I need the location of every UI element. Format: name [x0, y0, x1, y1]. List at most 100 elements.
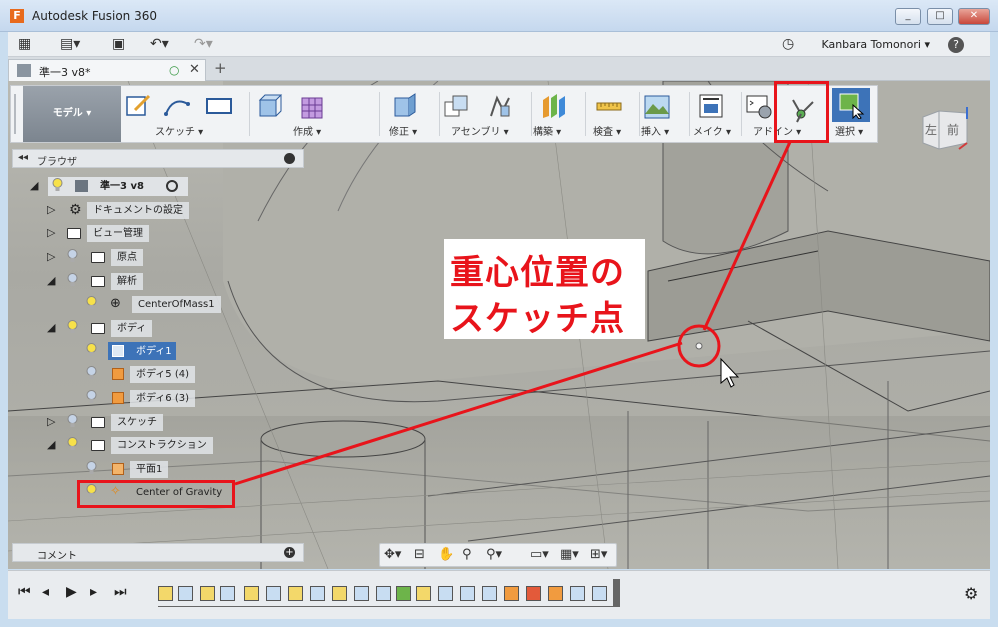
viewcube-left-face[interactable]: 左 [925, 122, 937, 137]
minimize-button[interactable]: _ [895, 8, 921, 25]
3d-print-icon[interactable] [697, 92, 725, 120]
timeline-feature[interactable] [438, 586, 453, 601]
timeline-feature[interactable] [220, 586, 235, 601]
look-at-icon[interactable]: ⊟ [414, 547, 425, 562]
timeline-feature[interactable] [460, 586, 475, 601]
expanded-triangle-icon[interactable]: ◢ [47, 321, 55, 334]
activate-radio-icon[interactable] [166, 180, 178, 192]
data-panel-grid-icon[interactable]: ▦ [18, 36, 31, 52]
press-pull-icon[interactable] [391, 92, 419, 120]
redo-icon[interactable]: ↷▾ [194, 36, 213, 52]
timeline-last-icon[interactable]: ⏭ [114, 584, 127, 600]
expanded-triangle-icon[interactable]: ◢ [47, 438, 55, 451]
ribbon-group-assemble[interactable]: アセンブリ ▾ [443, 86, 529, 142]
ribbon-group-insert[interactable]: 挿入 ▾ [641, 86, 687, 142]
timeline-feature[interactable] [266, 586, 281, 601]
visibility-bulb-icon[interactable] [52, 178, 63, 192]
timeline-feature[interactable] [158, 586, 173, 601]
rectangle-icon[interactable] [205, 92, 233, 120]
browser-panel-header[interactable]: ◂◂ ブラウザ [12, 149, 304, 168]
orbit-icon[interactable]: ✥▾ [384, 547, 401, 562]
timeline-feature[interactable] [310, 586, 325, 601]
timeline-feature[interactable] [376, 586, 391, 601]
timeline-prev-icon[interactable]: ◂ [42, 584, 49, 600]
form-box-icon[interactable] [299, 92, 327, 120]
close-window-button[interactable]: ✕ [958, 8, 990, 25]
visibility-bulb-icon[interactable] [86, 343, 97, 357]
add-comment-icon[interactable]: + [284, 547, 295, 558]
ribbon-group-select[interactable]: 選択 ▾ [831, 86, 873, 142]
visibility-bulb-icon[interactable] [86, 461, 97, 475]
visibility-bulb-icon[interactable] [86, 366, 97, 380]
select-arrow-icon[interactable] [837, 91, 865, 119]
collapsed-triangle-icon[interactable]: ▷ [47, 415, 55, 428]
timeline-feature[interactable] [288, 586, 303, 601]
visibility-bulb-icon[interactable] [67, 437, 78, 451]
timeline-feature[interactable] [592, 586, 607, 601]
visibility-bulb-icon[interactable] [86, 296, 97, 310]
expanded-triangle-icon[interactable]: ◢ [30, 179, 38, 192]
timeline-feature[interactable] [178, 586, 193, 601]
offset-plane-icon[interactable] [539, 92, 567, 120]
job-status-clock-icon[interactable]: ◷ [782, 36, 794, 52]
new-tab-button[interactable]: + [214, 59, 227, 77]
collapsed-triangle-icon[interactable]: ▷ [47, 226, 55, 239]
spline-icon[interactable] [163, 92, 191, 120]
undo-icon[interactable]: ↶▾ [150, 36, 169, 52]
visibility-bulb-icon[interactable] [67, 273, 78, 287]
timeline-marker[interactable] [613, 579, 620, 607]
ribbon-group-sketch[interactable]: スケッチ ▾ [125, 86, 245, 142]
timeline-feature[interactable] [482, 586, 497, 601]
save-icon[interactable]: ▣ [112, 36, 125, 52]
grid-settings-icon[interactable]: ▦▾ [560, 547, 579, 562]
collapse-panel-icon[interactable]: ◂◂ [18, 152, 28, 163]
ribbon-group-create[interactable]: 作成 ▾ [255, 86, 355, 142]
ribbon-group-construct[interactable]: 構築 ▾ [533, 86, 581, 142]
measure-icon[interactable] [595, 92, 623, 120]
insert-image-icon[interactable] [643, 92, 671, 120]
pan-hand-icon[interactable]: ✋ [438, 547, 454, 562]
maximize-button[interactable]: □ [927, 8, 953, 25]
expanded-triangle-icon[interactable]: ◢ [47, 274, 55, 287]
display-settings-icon[interactable]: ▭▾ [530, 547, 549, 562]
file-menu-icon[interactable]: ▤▾ [60, 36, 80, 52]
timeline-feature[interactable] [332, 586, 347, 601]
ribbon-group-modify[interactable]: 修正 ▾ [389, 86, 433, 142]
collapsed-triangle-icon[interactable]: ▷ [47, 203, 55, 216]
comments-panel[interactable]: コメント + [12, 543, 304, 562]
visibility-bulb-icon[interactable] [67, 249, 78, 263]
collapsed-triangle-icon[interactable]: ▷ [47, 250, 55, 263]
ribbon-group-inspect[interactable]: 検査 ▾ [589, 86, 639, 142]
timeline-first-icon[interactable]: ⏮ [18, 584, 31, 600]
viewcube-front-face[interactable]: 前 [947, 122, 959, 137]
fit-zoom-icon[interactable]: ⚲▾ [486, 547, 502, 562]
tab-document[interactable]: 準一3 v8* ○ ✕ [8, 59, 206, 81]
timeline-feature[interactable] [354, 586, 369, 601]
timeline-feature[interactable] [504, 586, 519, 601]
timeline-feature[interactable] [548, 586, 563, 601]
extrude-icon[interactable] [257, 92, 285, 120]
timeline-feature[interactable] [570, 586, 585, 601]
timeline-next-icon[interactable]: ▸ [90, 584, 97, 600]
workspace-switcher[interactable]: モデル ▾ [23, 86, 121, 142]
ribbon-group-make[interactable]: メイク ▾ [691, 86, 741, 142]
visibility-bulb-icon[interactable] [67, 414, 78, 428]
timeline-settings-gear-icon[interactable]: ⚙ [964, 584, 978, 603]
panel-minimize-icon[interactable] [284, 153, 295, 164]
new-component-icon[interactable] [443, 92, 471, 120]
help-icon[interactable]: ? [948, 37, 964, 53]
zoom-icon[interactable]: ⚲ [462, 547, 472, 562]
visibility-bulb-icon[interactable] [67, 320, 78, 334]
timeline-play-icon[interactable]: ▶ [66, 584, 77, 600]
timeline-feature[interactable] [416, 586, 431, 601]
view-cube[interactable]: 左 前 [919, 105, 971, 153]
timeline-feature[interactable] [526, 586, 541, 601]
visibility-bulb-icon[interactable] [86, 390, 97, 404]
timeline-feature[interactable] [396, 586, 411, 601]
close-tab-button[interactable]: ✕ [189, 62, 200, 77]
timeline-feature[interactable] [200, 586, 215, 601]
timeline-feature[interactable] [244, 586, 259, 601]
joint-icon[interactable] [487, 92, 515, 120]
viewports-icon[interactable]: ⊞▾ [590, 547, 607, 562]
user-account-menu[interactable]: Kanbara Tomonori ▾ [821, 38, 930, 51]
